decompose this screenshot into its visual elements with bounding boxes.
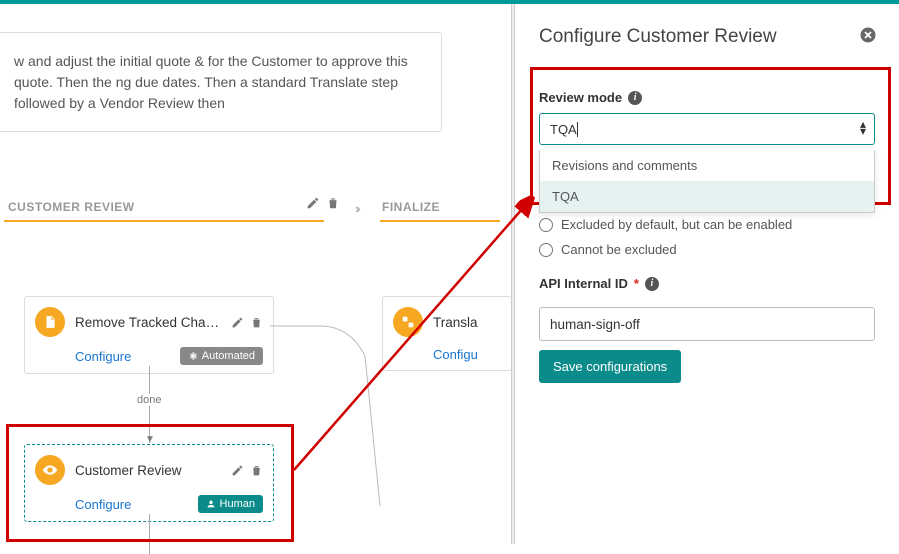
panel-title: Configure Customer Review [539, 26, 875, 48]
step-title: Transla [433, 315, 501, 330]
step-title: Remove Tracked Chang... [75, 315, 221, 330]
delete-step-icon[interactable] [250, 464, 263, 477]
connector-label: done [134, 394, 164, 406]
step-card-translate[interactable]: Transla Configu [382, 296, 512, 371]
radio-cannot-exclude[interactable]: Cannot be excluded [539, 242, 875, 257]
save-configurations-button[interactable]: Save configurations [539, 350, 681, 383]
delete-step-icon[interactable] [250, 316, 263, 329]
configure-link[interactable]: Configure [75, 349, 131, 364]
step-title: Customer Review [75, 463, 221, 478]
step-card-customer-review[interactable]: Customer Review Configure Human [24, 444, 274, 522]
dropdown-option-revisions[interactable]: Revisions and comments [540, 150, 874, 181]
api-internal-id-input[interactable] [539, 307, 875, 341]
chevron-updown-icon: ▴▾ [860, 121, 866, 135]
automated-badge: Automated [180, 347, 263, 365]
review-mode-select[interactable]: TQA ▴▾ [539, 113, 875, 145]
workflow-description: w and adjust the initial quote & for the… [0, 32, 442, 132]
document-icon [35, 307, 65, 337]
configure-link[interactable]: Configure [75, 497, 131, 512]
workflow-canvas: w and adjust the initial quote & for the… [0, 4, 511, 544]
human-badge: Human [198, 495, 263, 513]
configure-link[interactable]: Configu [433, 347, 478, 362]
api-internal-id-label: API Internal ID * i [539, 276, 875, 291]
edit-step-icon[interactable] [231, 316, 244, 329]
info-icon[interactable]: i [628, 91, 642, 105]
review-mode-dropdown: Revisions and comments TQA [539, 150, 875, 213]
info-icon[interactable]: i [645, 277, 659, 291]
close-icon[interactable] [859, 26, 877, 47]
chevron-separator-icon: ›› [355, 201, 358, 216]
dropdown-option-tqa[interactable]: TQA [540, 181, 874, 212]
edit-phase-icon[interactable] [306, 196, 320, 210]
translate-icon [393, 307, 423, 337]
delete-phase-icon[interactable] [326, 196, 340, 210]
radio-excluded-default[interactable]: Excluded by default, but can be enabled [539, 217, 875, 232]
edit-step-icon[interactable] [231, 464, 244, 477]
phase-label-finalize: FINALIZE [382, 200, 440, 214]
eye-icon [35, 455, 65, 485]
step-card-remove-tracked-changes[interactable]: Remove Tracked Chang... Configure Automa… [24, 296, 274, 374]
configure-panel: Configure Customer Review Review mode i … [514, 4, 899, 544]
review-mode-label: Review mode i [539, 90, 875, 105]
